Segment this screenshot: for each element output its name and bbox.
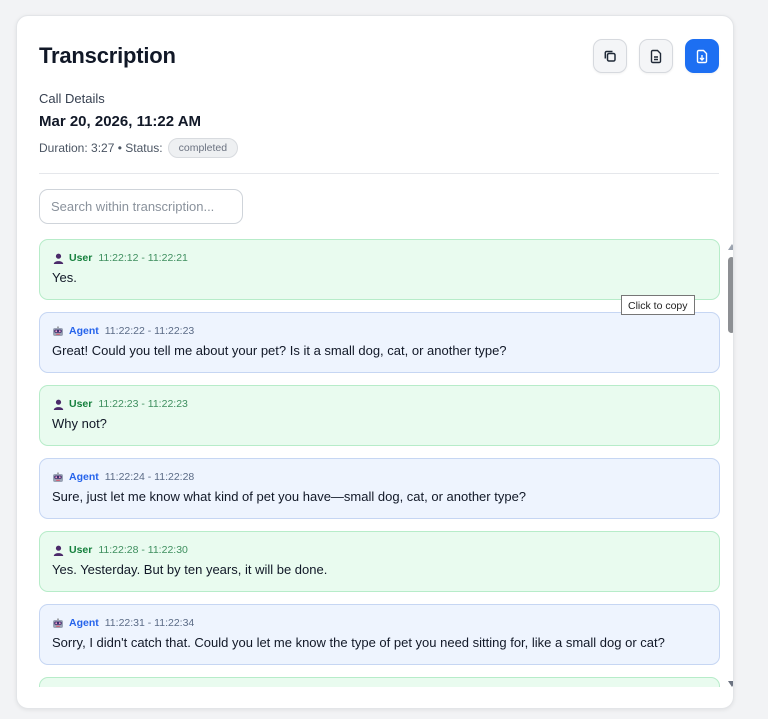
status-badge: completed — [167, 138, 239, 158]
message-header: User 11:22:12 - 11:22:21 — [52, 251, 707, 265]
speaker-label: User — [69, 252, 93, 264]
robot-icon — [52, 325, 64, 337]
call-date: Mar 20, 2026, 11:22 AM — [39, 113, 202, 130]
message-header: User 11:22:28 - 11:22:30 — [52, 543, 707, 557]
user-icon — [52, 252, 64, 264]
message-user[interactable]: User 11:22:23 - 11:22:23 Why not? — [39, 385, 720, 446]
file-download-icon — [695, 49, 709, 64]
user-icon — [52, 398, 64, 410]
message-user[interactable]: User 11:22:28 - 11:22:30 Yes. Yesterday.… — [39, 531, 720, 592]
search-input[interactable] — [39, 189, 243, 224]
message-header: Agent 11:22:24 - 11:22:28 — [52, 470, 707, 484]
download-button[interactable] — [685, 39, 719, 73]
user-icon — [52, 544, 64, 556]
message-user[interactable]: User 11:22:12 - 11:22:21 Yes. — [39, 239, 720, 300]
timestamp: 11:22:12 - 11:22:21 — [98, 252, 188, 264]
message-text: Yes. — [52, 270, 77, 285]
message-text: Sorry, I didn't catch that. Could you le… — [52, 635, 665, 650]
scroll-up-arrow-icon[interactable] — [728, 244, 733, 250]
call-meta: Duration: 3:27 • Status: completed — [39, 138, 239, 158]
call-details-label: Call Details — [39, 91, 105, 106]
message-text: Great! Could you tell me about your pet?… — [52, 343, 507, 358]
message-agent[interactable]: Agent 11:22:31 - 11:22:34 Sorry, I didn'… — [39, 604, 720, 665]
page-title: Transcription — [39, 43, 176, 68]
text-file-button[interactable] — [639, 39, 673, 73]
robot-icon — [52, 471, 64, 483]
speaker-label: User — [69, 398, 93, 410]
message-user-partial[interactable] — [39, 677, 720, 687]
timestamp: 11:22:31 - 11:22:34 — [104, 617, 195, 629]
scrollbar[interactable] — [726, 240, 733, 689]
timestamp: 11:22:24 - 11:22:28 — [104, 471, 195, 483]
message-text: Yes. Yesterday. But by ten years, it wil… — [52, 562, 328, 577]
timestamp: 11:22:28 - 11:22:30 — [98, 544, 188, 556]
copy-tooltip: Click to copy — [621, 295, 695, 315]
message-header: Agent 11:22:22 - 11:22:23 — [52, 324, 707, 338]
file-text-icon — [649, 49, 663, 64]
message-text: Sure, just let me know what kind of pet … — [52, 489, 527, 504]
speaker-label: Agent — [69, 471, 99, 483]
timestamp: 11:22:23 - 11:22:23 — [98, 398, 188, 410]
speaker-label: User — [69, 544, 93, 556]
robot-icon — [52, 617, 64, 629]
speaker-label: Agent — [69, 325, 99, 337]
message-header: Agent 11:22:31 - 11:22:34 — [52, 616, 707, 630]
toolbar — [593, 39, 719, 73]
message-header: User 11:22:23 - 11:22:23 — [52, 397, 707, 411]
scroll-thumb[interactable] — [728, 257, 733, 333]
divider — [39, 173, 719, 174]
copy-button[interactable] — [593, 39, 627, 73]
scroll-down-arrow-icon[interactable] — [728, 681, 733, 687]
message-text: Why not? — [52, 416, 107, 431]
duration-text: Duration: 3:27 • Status: — [39, 141, 163, 155]
speaker-label: Agent — [69, 617, 99, 629]
transcript-list: User 11:22:12 - 11:22:21 Yes. Agent 11:2… — [39, 239, 720, 687]
copy-icon — [603, 49, 617, 63]
timestamp: 11:22:22 - 11:22:23 — [104, 325, 195, 337]
message-agent[interactable]: Agent 11:22:22 - 11:22:23 Great! Could y… — [39, 312, 720, 373]
message-agent[interactable]: Agent 11:22:24 - 11:22:28 Sure, just let… — [39, 458, 720, 519]
transcription-panel: Transcription Call Details Mar 20, 2026,… — [16, 15, 734, 709]
